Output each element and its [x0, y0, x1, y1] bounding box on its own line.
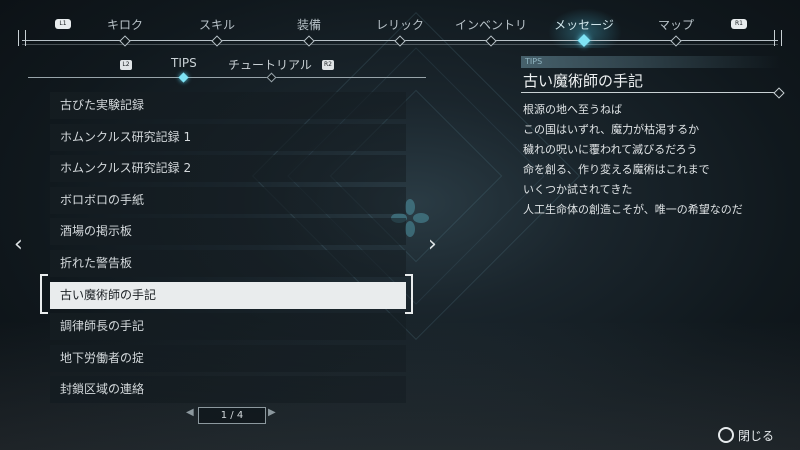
list-item[interactable]: ボロボロの手紙: [50, 186, 406, 214]
pager-left-icon[interactable]: ◀: [186, 407, 194, 418]
list-item[interactable]: 折れた警告板: [50, 249, 406, 277]
subtab-tutorial[interactable]: チュートリアル: [228, 56, 312, 73]
page-number: 1 / 4: [198, 407, 266, 424]
tab-inventory[interactable]: インベントリ: [455, 16, 527, 33]
circle-button-icon: [718, 427, 734, 443]
sub-tabs: L2 TIPS チュートリアル R2: [28, 54, 426, 83]
tab-records[interactable]: キロク: [107, 16, 143, 33]
previous-page-arrow-icon[interactable]: ‹: [14, 234, 23, 256]
list-item[interactable]: 酒場の掲示板: [50, 218, 406, 246]
list-item[interactable]: 地下労働者の掟: [50, 344, 406, 372]
close-label: 閉じる: [738, 429, 775, 443]
subtab-divider: [28, 77, 426, 78]
tab-equipment[interactable]: 装備: [297, 16, 321, 33]
tips-list: 古びた実験記録 ホムンクルス研究記録 1 ホムンクルス研究記録 2 ボロボロの手…: [50, 92, 406, 408]
tab-relics[interactable]: レリック: [376, 16, 424, 33]
subtab-tips[interactable]: TIPS: [171, 56, 197, 70]
l1-button-icon[interactable]: L1: [55, 19, 71, 29]
detail-line: 根源の地へ至うねば: [523, 103, 622, 116]
nav-end-cap-left: [18, 30, 26, 46]
list-item[interactable]: 封鎖区域の連絡: [50, 376, 406, 404]
detail-divider: [521, 92, 778, 93]
page-indicator: ◀ 1 / 4 ▶: [186, 406, 276, 424]
l2-button-icon[interactable]: L2: [120, 60, 132, 70]
detail-line: 穢れの呪いに覆われて滅びるだろう: [523, 143, 698, 156]
list-item[interactable]: 古びた実験記録: [50, 92, 406, 119]
detail-line: この国はいずれ、魔力が枯渇するか: [523, 123, 700, 136]
detail-divider-end-icon: [773, 87, 785, 99]
tab-map[interactable]: マップ: [658, 16, 694, 33]
detail-line: 人工生命体の創造こそが、唯一の希望なのだ: [523, 203, 743, 216]
detail-category: TIPS: [521, 56, 780, 68]
detail-line: 命を創る、作り変える魔術はこれまで: [523, 163, 710, 176]
list-item[interactable]: ホムンクルス研究記録 1: [50, 123, 406, 151]
subtab-marker-tutorial: [266, 72, 277, 83]
selection-bracket-left-icon: [40, 274, 48, 314]
detail-line: いくつか試されてきた: [523, 183, 633, 196]
pager-right-icon[interactable]: ▶: [268, 407, 276, 418]
next-page-arrow-icon[interactable]: ›: [428, 234, 437, 256]
detail-title: 古い魔術師の手記: [523, 72, 644, 90]
list-item-selected[interactable]: 古い魔術師の手記: [50, 281, 406, 309]
tab-skills[interactable]: スキル: [199, 16, 235, 33]
subtab-marker-tips-active: [178, 72, 189, 83]
selection-bracket-right-icon: [405, 274, 413, 314]
top-navigation: L1 R1 キロク スキル 装備 レリック インベントリ メッセージ マップ: [0, 0, 800, 50]
list-item[interactable]: ホムンクルス研究記録 2: [50, 155, 406, 183]
nav-end-cap-right: [774, 30, 782, 46]
tab-messages[interactable]: メッセージ: [554, 16, 614, 33]
r1-button-icon[interactable]: R1: [731, 19, 747, 29]
list-item[interactable]: 調律師長の手記: [50, 313, 406, 341]
detail-body: 根源の地へ至うねば この国はいずれ、魔力が枯渇するか 穢れの呪いに覆われて滅びる…: [523, 100, 783, 220]
r2-button-icon[interactable]: R2: [322, 60, 334, 70]
